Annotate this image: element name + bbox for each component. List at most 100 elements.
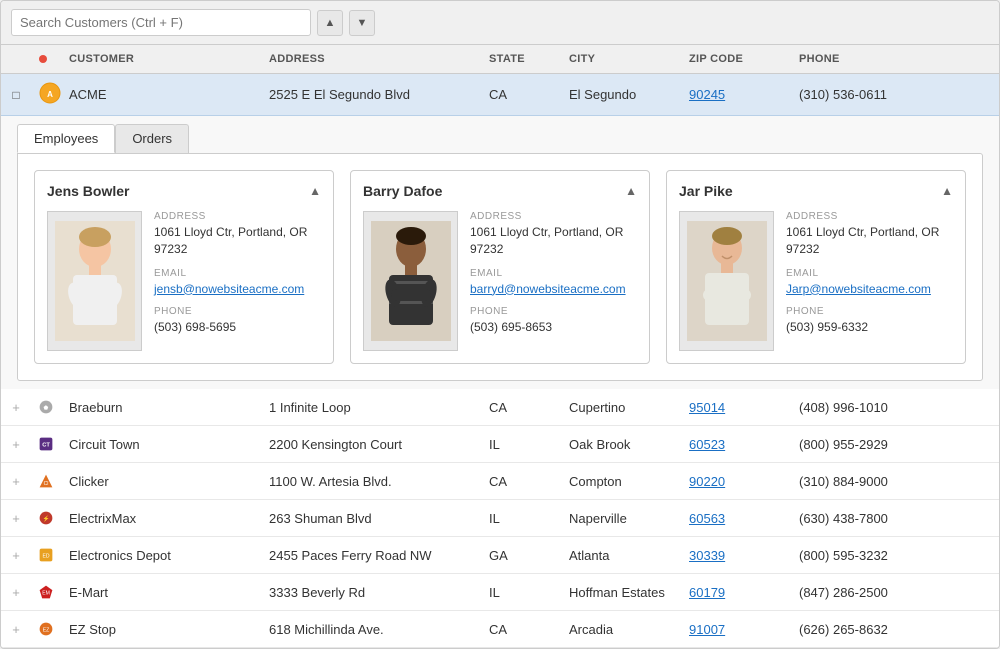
company-icon-3: ⚡ — [31, 505, 61, 531]
acme-city: El Segundo — [561, 85, 681, 104]
plus-icon-6[interactable]: + — [12, 622, 20, 637]
chevron-up-icon-2[interactable]: ▲ — [941, 184, 953, 198]
company-row-0[interactable]: + ⬟ Braeburn 1 Infinite Loop CA Cupertin… — [1, 389, 999, 426]
tab-orders[interactable]: Orders — [115, 124, 189, 153]
company-expand-1[interactable]: + — [1, 435, 31, 454]
employee-photo-2 — [679, 211, 774, 351]
svg-text:Cl: Cl — [44, 481, 49, 487]
address-label-0: ADDRESS — [154, 211, 321, 222]
plus-icon-0[interactable]: + — [12, 400, 20, 415]
phone-label-1: PHONE — [470, 306, 637, 317]
col-city: CITY — [561, 51, 681, 67]
company-state-5: IL — [481, 583, 561, 602]
svg-text:ED: ED — [42, 554, 49, 560]
company-row-5[interactable]: + EM E-Mart 3333 Beverly Rd IL Hoffman E… — [1, 574, 999, 611]
company-phone-3: (630) 438-7800 — [791, 509, 999, 528]
company-row-2[interactable]: + Cl Clicker 1100 W. Artesia Blvd. CA Co… — [1, 463, 999, 500]
svg-text:EM: EM — [42, 591, 50, 597]
company-address-1: 2200 Kensington Court — [261, 435, 481, 454]
employee-address-1: 1061 Lloyd Ctr, Portland, OR 97232 — [470, 224, 637, 258]
employee-address-2: 1061 Lloyd Ctr, Portland, OR 97232 — [786, 224, 953, 258]
company-row-6[interactable]: + EZ EZ Stop 618 Michillinda Ave. CA Arc… — [1, 611, 999, 648]
company-name-4: Electronics Depot — [61, 546, 261, 565]
employee-email-1[interactable]: barryd@nowebsiteacme.com — [470, 282, 626, 296]
col-status — [31, 51, 61, 67]
company-state-1: IL — [481, 435, 561, 454]
company-name-3: ElectrixMax — [61, 509, 261, 528]
chevron-up-icon-1[interactable]: ▲ — [625, 184, 637, 198]
acme-address: 2525 E El Segundo Blvd — [261, 85, 481, 104]
chevron-up-icon-0[interactable]: ▲ — [309, 184, 321, 198]
employee-card-header-1: Barry Dafoe ▲ — [363, 183, 637, 199]
company-expand-4[interactable]: + — [1, 546, 31, 565]
company-zip-5[interactable]: 60179 — [681, 583, 791, 602]
company-zip-3[interactable]: 60563 — [681, 509, 791, 528]
company-expand-5[interactable]: + — [1, 583, 31, 602]
phone-label-2: PHONE — [786, 306, 953, 317]
company-phone-0: (408) 996-1010 — [791, 398, 999, 417]
status-indicator — [39, 55, 47, 63]
employee-name-1: Barry Dafoe — [363, 183, 442, 199]
company-expand-2[interactable]: + — [1, 472, 31, 491]
company-address-3: 263 Shuman Blvd — [261, 509, 481, 528]
acme-name: ACME — [61, 85, 261, 104]
acme-logo-cell: A — [31, 80, 61, 109]
company-row-1[interactable]: + CT Circuit Town 2200 Kensington Court … — [1, 426, 999, 463]
company-zip-1[interactable]: 60523 — [681, 435, 791, 454]
acme-state: CA — [481, 85, 561, 104]
col-expand — [1, 51, 31, 67]
acme-logo-icon: A — [39, 82, 61, 104]
phone-label-0: PHONE — [154, 306, 321, 317]
col-customer: CUSTOMER — [61, 51, 261, 67]
employee-card-header-2: Jar Pike ▲ — [679, 183, 953, 199]
employee-card-body-2: ADDRESS 1061 Lloyd Ctr, Portland, OR 972… — [679, 211, 953, 351]
email-label-0: EMAIL — [154, 268, 321, 279]
plus-icon-1[interactable]: + — [12, 437, 20, 452]
tabs: Employees Orders — [17, 124, 983, 153]
company-icon-5: EM — [31, 579, 61, 605]
company-zip-0[interactable]: 95014 — [681, 398, 791, 417]
employee-email-0[interactable]: jensb@nowebsiteacme.com — [154, 282, 304, 296]
employee-name-2: Jar Pike — [679, 183, 733, 199]
employee-card-body-0: ADDRESS 1061 Lloyd Ctr, Portland, OR 972… — [47, 211, 321, 351]
company-address-6: 618 Michillinda Ave. — [261, 620, 481, 639]
company-name-2: Clicker — [61, 472, 261, 491]
search-next-button[interactable]: ▼ — [349, 10, 375, 36]
plus-icon-2[interactable]: + — [12, 474, 20, 489]
employee-address-0: 1061 Lloyd Ctr, Portland, OR 97232 — [154, 224, 321, 258]
company-address-4: 2455 Paces Ferry Road NW — [261, 546, 481, 565]
tab-employees[interactable]: Employees — [17, 124, 115, 153]
plus-icon-4[interactable]: + — [12, 548, 20, 563]
search-input[interactable] — [11, 9, 311, 36]
acme-row[interactable]: □ A ACME 2525 E El Segundo Blvd CA El Se… — [1, 74, 999, 116]
company-zip-2[interactable]: 90220 — [681, 472, 791, 491]
company-state-4: GA — [481, 546, 561, 565]
company-city-6: Arcadia — [561, 620, 681, 639]
employee-details-2: ADDRESS 1061 Lloyd Ctr, Portland, OR 972… — [786, 211, 953, 351]
company-icon-4: ED — [31, 542, 61, 568]
acme-zip[interactable]: 90245 — [681, 85, 791, 104]
search-prev-button[interactable]: ▲ — [317, 10, 343, 36]
company-city-2: Compton — [561, 472, 681, 491]
company-row-4[interactable]: + ED Electronics Depot 2455 Paces Ferry … — [1, 537, 999, 574]
employee-phone-2: (503) 959-6332 — [786, 319, 953, 336]
plus-icon-3[interactable]: + — [12, 511, 20, 526]
company-name-0: Braeburn — [61, 398, 261, 417]
address-label-1: ADDRESS — [470, 211, 637, 222]
company-address-0: 1 Infinite Loop — [261, 398, 481, 417]
company-state-2: CA — [481, 472, 561, 491]
company-expand-3[interactable]: + — [1, 509, 31, 528]
company-row-3[interactable]: + ⚡ ElectrixMax 263 Shuman Blvd IL Naper… — [1, 500, 999, 537]
acme-expand-icon[interactable]: □ — [1, 86, 31, 104]
employees-grid: Jens Bowler ▲ — [34, 170, 966, 364]
company-expand-0[interactable]: + — [1, 398, 31, 417]
companies-list: + ⬟ Braeburn 1 Infinite Loop CA Cupertin… — [1, 389, 999, 648]
email-label-2: EMAIL — [786, 268, 953, 279]
company-zip-4[interactable]: 30339 — [681, 546, 791, 565]
company-zip-6[interactable]: 91007 — [681, 620, 791, 639]
employee-email-2[interactable]: Jarp@nowebsiteacme.com — [786, 282, 931, 296]
company-expand-6[interactable]: + — [1, 620, 31, 639]
plus-icon-5[interactable]: + — [12, 585, 20, 600]
company-icon-0: ⬟ — [31, 394, 61, 420]
svg-text:EZ: EZ — [43, 628, 50, 634]
